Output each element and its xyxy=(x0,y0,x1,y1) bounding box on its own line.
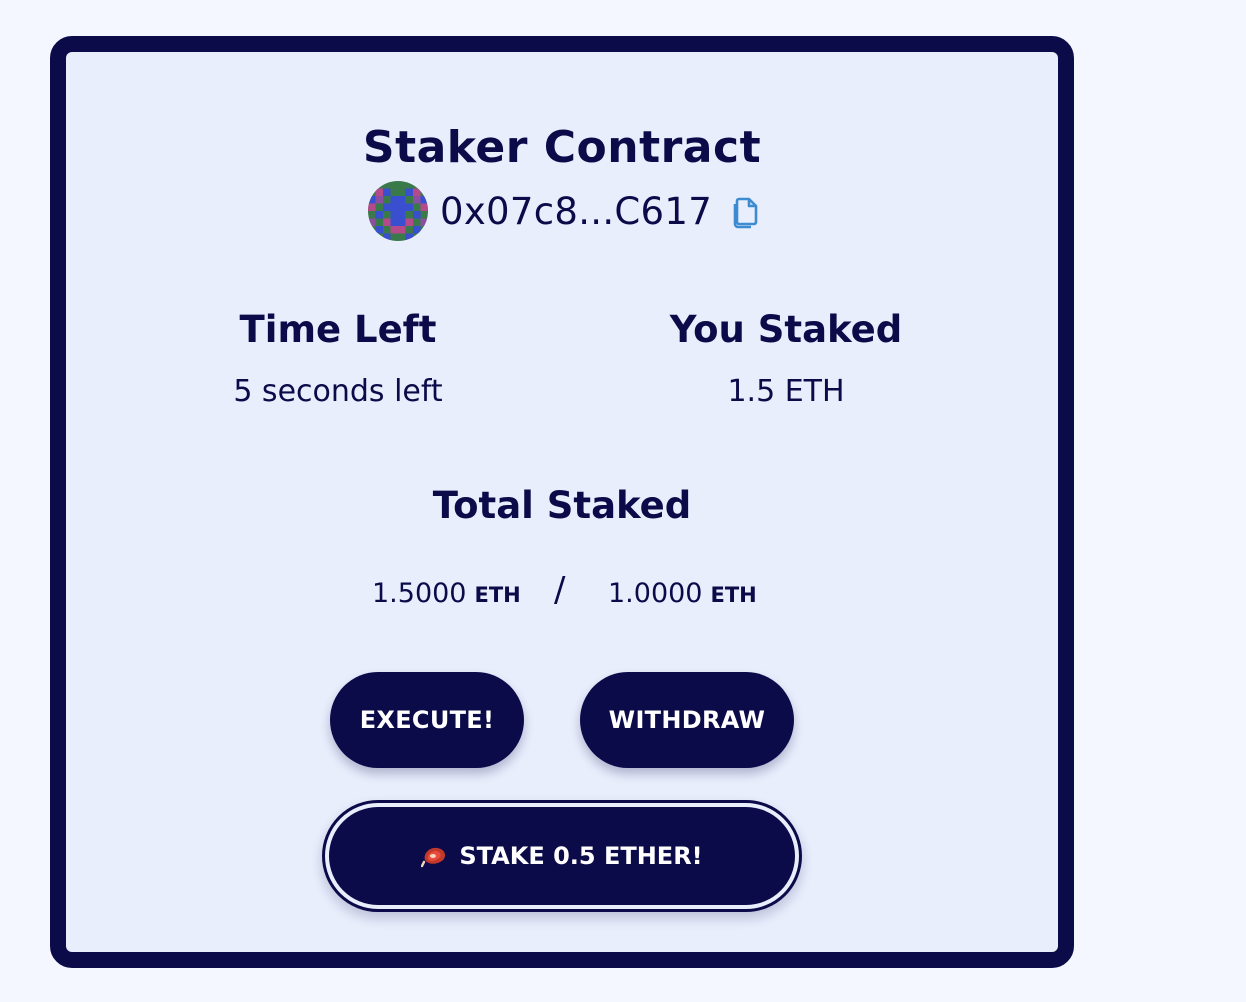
total-staked-amount: 1.5000 xyxy=(372,578,467,609)
threshold-unit: ETH xyxy=(710,583,757,607)
total-staked-current: 1.5000 ETH xyxy=(372,578,521,609)
you-staked-label: You Staked xyxy=(669,308,903,351)
you-staked-value: 1.5 ETH xyxy=(727,374,845,409)
blockie-avatar-icon xyxy=(368,181,428,241)
total-separator: / xyxy=(554,570,566,610)
total-staked-label: Total Staked xyxy=(432,484,692,527)
stake-button-outline: STAKE 0.5 ETHER! xyxy=(322,800,802,912)
staker-card-body: Staker Contract 0x07c8...C617 Time Left … xyxy=(66,52,1058,952)
time-left-value: 5 seconds left xyxy=(233,374,443,409)
page-title: Staker Contract xyxy=(362,122,762,173)
steak-icon xyxy=(421,844,449,868)
staker-card: Staker Contract 0x07c8...C617 Time Left … xyxy=(50,36,1074,968)
contract-address: 0x07c8...C617 xyxy=(368,180,762,242)
total-staked-row: 1.5000 ETH / 1.0000 ETH xyxy=(66,570,1058,614)
time-left-label: Time Left xyxy=(239,308,437,351)
threshold: 1.0000 ETH xyxy=(608,578,757,609)
stake-button[interactable]: STAKE 0.5 ETHER! xyxy=(329,807,795,905)
execute-button[interactable]: EXECUTE! xyxy=(330,672,524,768)
copy-icon[interactable] xyxy=(728,193,762,229)
stake-button-label: STAKE 0.5 ETHER! xyxy=(459,842,703,870)
total-staked-unit: ETH xyxy=(474,583,521,607)
address-text: 0x07c8...C617 xyxy=(440,189,713,233)
withdraw-button[interactable]: WITHDRAW xyxy=(580,672,794,768)
threshold-amount: 1.0000 xyxy=(608,578,703,609)
